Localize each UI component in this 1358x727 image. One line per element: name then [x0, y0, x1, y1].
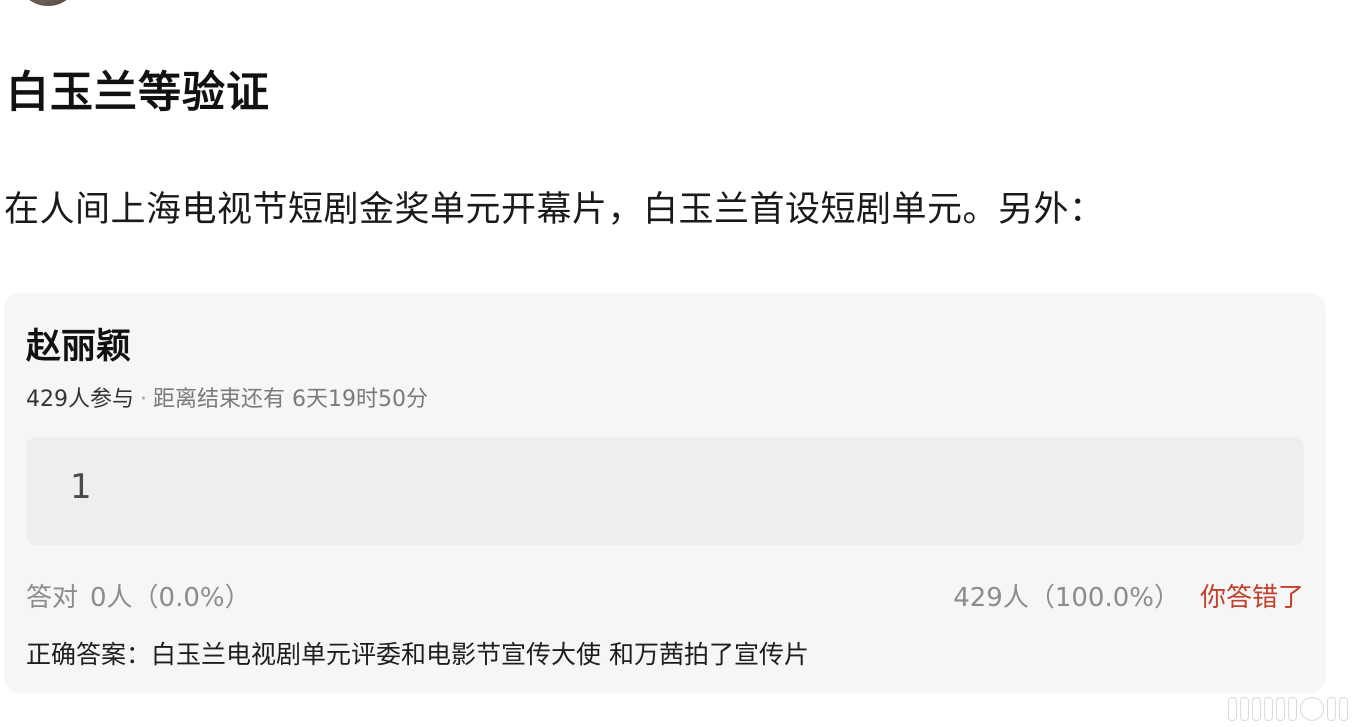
watermark-bar-icon: [1288, 697, 1297, 721]
watermark-bar-icon: [1327, 697, 1336, 721]
participant-count: 429人参与: [26, 387, 134, 412]
correct-label: 答对: [26, 583, 79, 613]
meta-separator: ·: [140, 387, 147, 412]
correct-stat: 答对 0人（0.0%）: [26, 577, 251, 614]
correct-answer-text: 正确答案：白玉兰电视剧单元评委和电影节宣传大使 和万茜拍了宣传片: [26, 640, 809, 669]
watermark-circle-icon: [1300, 697, 1324, 721]
quiz-meta: 429人参与 · 距离结束还有 6天19时50分: [26, 381, 428, 413]
post-title: 白玉兰等验证: [6, 68, 270, 118]
watermark-bar-icon: [1228, 697, 1237, 721]
watermark-bar-icon: [1252, 697, 1261, 721]
avatar[interactable]: [16, 0, 80, 6]
countdown-text: 距离结束还有 6天19时50分: [153, 387, 428, 412]
submitted-answer-value: 1: [70, 467, 92, 507]
watermark-bar-icon: [1264, 697, 1273, 721]
result-stats-row: 答对 0人（0.0%） 429人（100.0%） 你答错了: [26, 577, 1304, 613]
wrong-count: 429人（100.0%）: [953, 583, 1180, 613]
correct-count: 0人（0.0%）: [90, 583, 251, 613]
quiz-card: 赵丽颖 429人参与 · 距离结束还有 6天19时50分 1 答对 0人（0.0%） …: [4, 293, 1326, 693]
watermark-logo: [1228, 697, 1348, 721]
submitted-answer-box: 1: [26, 437, 1304, 545]
quiz-question: 赵丽颖: [26, 327, 132, 367]
post-body-text: 在人间上海电视节短剧金奖单元开幕片，白玉兰首设短剧单元。另外：: [4, 190, 1105, 230]
verdict-badge: 你答错了: [1199, 583, 1304, 613]
watermark-bar-icon: [1276, 697, 1285, 721]
watermark-bar-icon: [1240, 697, 1249, 721]
wrong-stat: 429人（100.0%） 你答错了: [953, 577, 1304, 614]
watermark-bar-icon: [1339, 697, 1348, 721]
